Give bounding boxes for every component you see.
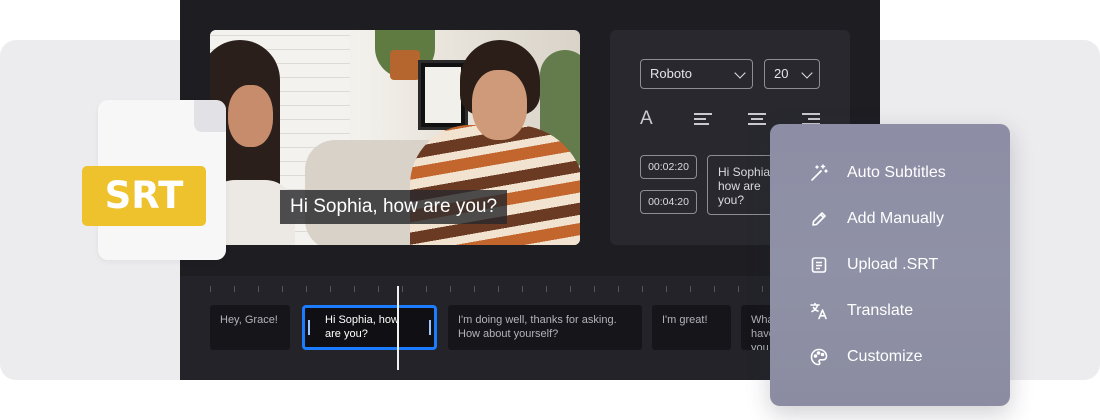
person-right-face <box>472 70 527 140</box>
clip-right-handle[interactable] <box>429 320 431 335</box>
plant-pot <box>390 50 420 80</box>
chevron-down-icon <box>734 67 746 79</box>
file-fold <box>194 100 226 132</box>
document-icon <box>808 254 830 276</box>
menu-item-label: Upload .SRT <box>847 256 939 273</box>
translate-icon <box>808 300 830 322</box>
menu-item-label: Translate <box>847 302 914 319</box>
menu-item-add-manually[interactable]: Add Manually <box>808 207 944 231</box>
end-time-field[interactable]: 00:04:20 <box>640 190 697 214</box>
menu-item-upload-srt[interactable]: Upload .SRT <box>808 253 938 277</box>
menu-item-translate[interactable]: Translate <box>808 299 913 323</box>
clip-left-handle[interactable] <box>308 320 310 335</box>
magic-wand-icon <box>808 162 830 184</box>
font-size-select[interactable]: 20 <box>764 59 820 89</box>
subtitle-clip[interactable]: Hey, Grace! <box>210 305 290 350</box>
palette-icon <box>808 346 830 368</box>
person-left-face <box>228 85 273 147</box>
subtitle-clip-text: Hi Sophia, how are you? <box>325 314 399 340</box>
subtitle-clip[interactable]: I'm doing well, thanks for asking. How a… <box>448 305 642 350</box>
text-style-icon[interactable]: A <box>640 108 653 130</box>
menu-item-label: Auto Subtitles <box>847 164 946 181</box>
menu-item-customize[interactable]: Customize <box>808 345 923 369</box>
video-preview[interactable]: Hi Sophia, how are you? <box>210 30 580 245</box>
font-select[interactable]: Roboto <box>640 59 753 89</box>
menu-item-auto-subtitles[interactable]: Auto Subtitles <box>808 161 946 185</box>
start-time-field[interactable]: 00:02:20 <box>640 155 697 179</box>
font-size-value: 20 <box>774 66 789 81</box>
subtitle-clip[interactable]: I'm great! <box>652 305 731 350</box>
chevron-down-icon <box>801 67 813 79</box>
menu-item-label: Customize <box>847 348 923 365</box>
video-caption: Hi Sophia, how are you? <box>280 190 508 224</box>
font-select-value: Roboto <box>650 66 692 81</box>
subtitle-options-menu: Auto Subtitles Add Manually Upload .SRT … <box>770 124 1010 406</box>
playhead[interactable] <box>397 286 399 370</box>
srt-badge: SRT <box>82 166 206 226</box>
pencil-icon <box>808 208 830 230</box>
align-left-icon[interactable] <box>694 112 712 126</box>
subtitle-clip-selected[interactable]: Hi Sophia, how are you? <box>302 305 437 350</box>
menu-item-label: Add Manually <box>847 210 944 227</box>
align-center-icon[interactable] <box>748 112 766 126</box>
person-right-sweater <box>410 125 580 245</box>
